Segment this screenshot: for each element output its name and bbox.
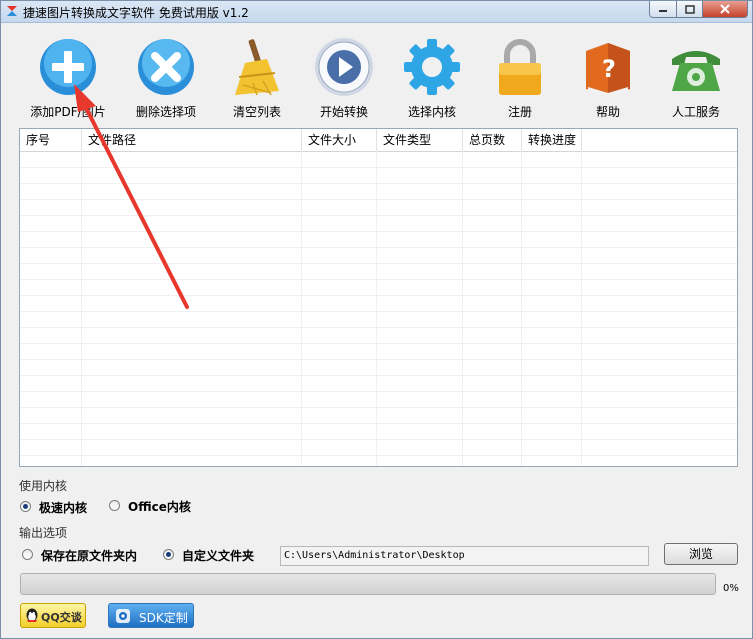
sdk-custom-button[interactable]: SDK定制 — [108, 603, 194, 628]
column-header-progress[interactable]: 转换进度 — [522, 129, 582, 151]
maximize-icon — [684, 4, 695, 14]
phone-icon — [672, 51, 720, 91]
start-convert-label: 开始转换 — [319, 105, 368, 119]
toolbar: 添加PDF/图片 删除选择项 清空列表 开始转换 选择内核 注册 ? 帮助 人工… — [1, 23, 752, 123]
output-original-folder-radio[interactable] — [22, 549, 33, 560]
select-engine-button[interactable]: 选择内核 — [386, 23, 478, 121]
add-file-button[interactable]: 添加PDF/图片 — [22, 23, 114, 121]
engine-office-label[interactable]: Office内核 — [128, 498, 191, 515]
browse-button[interactable]: 浏览 — [664, 543, 738, 565]
qq-chat-label: QQ交谈 — [41, 611, 82, 624]
grid-row-line — [20, 455, 737, 456]
grid-row-line — [20, 183, 737, 184]
grid-row-line — [20, 439, 737, 440]
sdk-gear-icon — [116, 609, 130, 623]
output-path-field[interactable]: C:\Users\Administrator\Desktop — [280, 546, 649, 566]
output-custom-folder-radio[interactable] — [163, 549, 174, 560]
support-button[interactable]: 人工服务 — [650, 23, 742, 121]
maximize-button[interactable] — [676, 1, 703, 18]
start-convert-button[interactable]: 开始转换 — [298, 23, 390, 121]
output-section-label: 输出选项 — [19, 526, 68, 540]
clear-list-button[interactable]: 清空列表 — [211, 23, 303, 121]
grid-row-line — [20, 311, 737, 312]
svg-text:?: ? — [602, 55, 616, 83]
grid-row-line — [20, 199, 737, 200]
grid-row-line — [20, 215, 737, 216]
sdk-custom-label: SDK定制 — [139, 611, 188, 625]
grid-row-line — [20, 327, 737, 328]
register-button[interactable]: 注册 — [474, 23, 566, 121]
engine-fast-radio[interactable] — [20, 501, 31, 512]
help-button[interactable]: ? 帮助 — [562, 23, 654, 121]
grid-row-line — [20, 359, 737, 360]
clear-list-label: 清空列表 — [232, 105, 281, 119]
broom-icon — [235, 39, 279, 96]
gear-icon — [404, 39, 460, 95]
grid-row-line — [20, 167, 737, 168]
add-icon — [40, 39, 96, 95]
close-icon — [720, 4, 730, 14]
column-header-size[interactable]: 文件大小 — [302, 129, 377, 151]
app-window: 捷速图片转换成文字软件 免费试用版 v1.2 添加PDF/图片 删除选择项 清空… — [0, 0, 753, 639]
minimize-icon — [659, 10, 667, 12]
output-custom-folder-label[interactable]: 自定义文件夹 — [182, 547, 254, 564]
grid-row-line — [20, 231, 737, 232]
select-engine-label: 选择内核 — [407, 105, 456, 119]
title-bar[interactable]: 捷速图片转换成文字软件 免费试用版 v1.2 — [1, 1, 752, 23]
delete-selected-label: 删除选择项 — [135, 105, 196, 119]
app-logo-icon — [7, 6, 17, 16]
grid-row-line — [20, 375, 737, 376]
table-header: 序号 文件路径 文件大小 文件类型 总页数 转换进度 — [20, 129, 737, 152]
engine-section-label: 使用内核 — [19, 479, 68, 493]
column-header-pages[interactable]: 总页数 — [463, 129, 522, 151]
delete-selected-button[interactable]: 删除选择项 — [120, 23, 212, 121]
column-header-index[interactable]: 序号 — [20, 129, 82, 151]
help-label: 帮助 — [595, 105, 620, 119]
grid-row-line — [20, 423, 737, 424]
help-book-icon: ? — [586, 43, 630, 96]
qq-penguin-icon — [26, 608, 38, 622]
support-label: 人工服务 — [671, 105, 720, 119]
column-header-type[interactable]: 文件类型 — [377, 129, 463, 151]
lock-icon — [499, 39, 541, 95]
grid-row-line — [20, 407, 737, 408]
close-button[interactable] — [702, 1, 748, 18]
minimize-button[interactable] — [649, 1, 677, 18]
progress-percent: 0% — [723, 583, 739, 594]
engine-fast-label[interactable]: 极速内核 — [39, 499, 87, 516]
delete-icon — [138, 39, 194, 95]
register-label: 注册 — [507, 105, 532, 119]
file-list-table[interactable]: 序号 文件路径 文件大小 文件类型 总页数 转换进度 — [19, 128, 738, 467]
column-header-path[interactable]: 文件路径 — [82, 129, 302, 151]
conversion-progress-bar — [20, 573, 716, 595]
grid-row-line — [20, 247, 737, 248]
grid-row-line — [20, 391, 737, 392]
grid-row-line — [20, 263, 737, 264]
grid-row-line — [20, 295, 737, 296]
engine-office-radio[interactable] — [109, 500, 120, 511]
grid-row-line — [20, 279, 737, 280]
output-original-folder-label[interactable]: 保存在原文件夹内 — [41, 547, 137, 564]
add-file-label: 添加PDF/图片 — [30, 105, 106, 119]
grid-row-line — [20, 343, 737, 344]
qq-chat-button[interactable]: QQ交谈 — [20, 603, 86, 628]
window-title: 捷速图片转换成文字软件 免费试用版 v1.2 — [23, 6, 249, 20]
play-icon — [315, 38, 373, 96]
